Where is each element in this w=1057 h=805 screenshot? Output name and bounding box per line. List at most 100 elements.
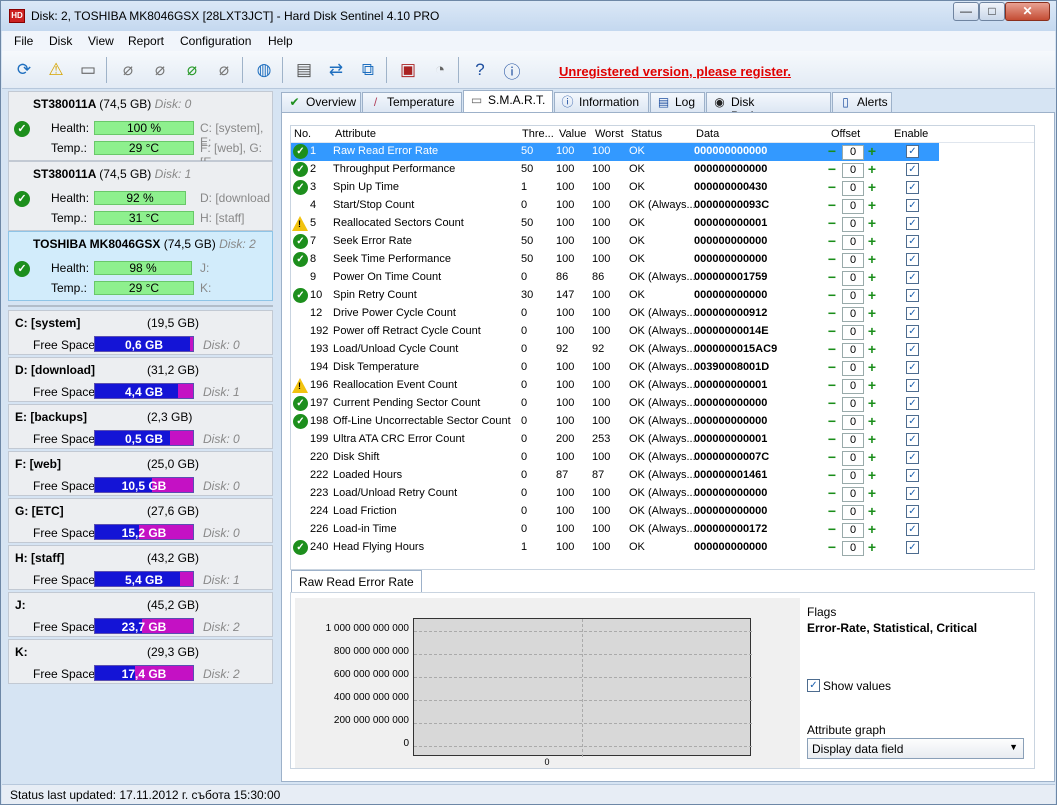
- network-icon[interactable]: ⧉: [354, 56, 382, 84]
- offset-value[interactable]: 0: [842, 145, 864, 160]
- disk-test-icon[interactable]: ⌀: [114, 56, 142, 84]
- plus-icon[interactable]: +: [866, 216, 878, 230]
- enable-checkbox[interactable]: ✓: [906, 217, 919, 230]
- minus-icon[interactable]: −: [826, 360, 838, 374]
- plus-icon[interactable]: +: [866, 342, 878, 356]
- offset-value[interactable]: 0: [842, 253, 864, 268]
- minus-icon[interactable]: −: [826, 216, 838, 230]
- enable-checkbox[interactable]: ✓: [906, 289, 919, 302]
- report-icon[interactable]: ▤: [290, 56, 318, 84]
- col-worst[interactable]: Worst: [595, 128, 624, 140]
- minus-icon[interactable]: −: [826, 504, 838, 518]
- offset-value[interactable]: 0: [842, 541, 864, 556]
- plus-icon[interactable]: +: [866, 252, 878, 266]
- minus-icon[interactable]: −: [826, 198, 838, 212]
- plus-icon[interactable]: +: [866, 522, 878, 536]
- col-threshold[interactable]: Thre...: [522, 128, 554, 140]
- attribute-graph-select[interactable]: Display data field ▼: [807, 738, 1024, 759]
- enable-checkbox[interactable]: ✓: [906, 487, 919, 500]
- minus-icon[interactable]: −: [826, 324, 838, 338]
- minus-icon[interactable]: −: [826, 144, 838, 158]
- minus-icon[interactable]: −: [826, 252, 838, 266]
- enable-checkbox[interactable]: ✓: [906, 451, 919, 464]
- offset-value[interactable]: 0: [842, 397, 864, 412]
- enable-checkbox[interactable]: ✓: [906, 307, 919, 320]
- graph-tab[interactable]: Raw Read Error Rate: [291, 570, 422, 593]
- offset-value[interactable]: 0: [842, 505, 864, 520]
- plus-icon[interactable]: +: [866, 270, 878, 284]
- tab-overview[interactable]: ✔ Overview: [281, 92, 361, 112]
- plus-icon[interactable]: +: [866, 432, 878, 446]
- col-enable[interactable]: Enable: [894, 128, 928, 140]
- tab-log[interactable]: ▤ Log: [650, 92, 705, 112]
- table-row[interactable]: ! 5 Reallocated Sectors Count 50 100 100 OK 000…: [291, 215, 939, 233]
- menu-view[interactable]: View: [88, 34, 114, 48]
- table-row[interactable]: ✓ 2 Throughput Performance 50 100 100 OK 000000…: [291, 161, 939, 179]
- minus-icon[interactable]: −: [826, 468, 838, 482]
- enable-checkbox[interactable]: ✓: [906, 415, 919, 428]
- enable-checkbox[interactable]: ✓: [906, 469, 919, 482]
- table-row[interactable]: ✓ 1 Raw Read Error Rate 50 100 100 OK 000000000…: [291, 143, 939, 161]
- enable-checkbox[interactable]: ✓: [906, 379, 919, 392]
- minus-icon[interactable]: −: [826, 414, 838, 428]
- partition-card[interactable]: E: [backups] (2,3 GB) Free Space 0,5 GB Disk…: [8, 404, 273, 449]
- plus-icon[interactable]: +: [866, 198, 878, 212]
- enable-checkbox[interactable]: ✓: [906, 145, 919, 158]
- minus-icon[interactable]: −: [826, 306, 838, 320]
- maximize-button[interactable]: □: [979, 2, 1005, 21]
- plus-icon[interactable]: +: [866, 162, 878, 176]
- offset-value[interactable]: 0: [842, 415, 864, 430]
- enable-checkbox[interactable]: ✓: [906, 271, 919, 284]
- offset-value[interactable]: 0: [842, 163, 864, 178]
- minus-icon[interactable]: −: [826, 234, 838, 248]
- partition-card[interactable]: C: [system] (19,5 GB) Free Space 0,6 GB Disk…: [8, 310, 273, 355]
- col-attribute[interactable]: Attribute: [335, 128, 376, 140]
- alert-icon[interactable]: ⚠: [42, 56, 70, 84]
- table-row[interactable]: ✓ 197 Current Pending Sector Count 0 100 100 O…: [291, 395, 939, 413]
- plus-icon[interactable]: +: [866, 234, 878, 248]
- plus-icon[interactable]: +: [866, 540, 878, 554]
- table-row[interactable]: 226 Load-in Time 0 100 100 OK (Always... 00000…: [291, 521, 939, 539]
- refresh-icon[interactable]: ⟳: [10, 56, 38, 84]
- partition-card[interactable]: H: [staff] (43,2 GB) Free Space 5,4 GB Disk:…: [8, 545, 273, 590]
- enable-checkbox[interactable]: ✓: [906, 235, 919, 248]
- table-row[interactable]: 222 Loaded Hours 0 87 87 OK (Always... 0000000…: [291, 467, 939, 485]
- enable-checkbox[interactable]: ✓: [906, 397, 919, 410]
- table-row[interactable]: 193 Load/Unload Cycle Count 0 92 92 OK (Alway…: [291, 341, 939, 359]
- plus-icon[interactable]: +: [866, 486, 878, 500]
- enable-checkbox[interactable]: ✓: [906, 505, 919, 518]
- offset-value[interactable]: 0: [842, 433, 864, 448]
- plus-icon[interactable]: +: [866, 360, 878, 374]
- col-no[interactable]: No.: [294, 128, 311, 140]
- tab-alerts[interactable]: ▯ Alerts: [832, 92, 892, 112]
- partition-card[interactable]: J: (45,2 GB) Free Space 23,7 GB Disk: 2: [8, 592, 273, 637]
- col-data[interactable]: Data: [696, 128, 719, 140]
- table-row[interactable]: ✓ 198 Off-Line Uncorrectable Sector Count 0…: [291, 413, 939, 431]
- partition-card[interactable]: D: [download] (31,2 GB) Free Space 4,4 GB Di…: [8, 357, 273, 402]
- offset-value[interactable]: 0: [842, 181, 864, 196]
- menu-report[interactable]: Report: [128, 34, 164, 48]
- minus-icon[interactable]: −: [826, 432, 838, 446]
- enable-checkbox[interactable]: ✓: [906, 163, 919, 176]
- table-row[interactable]: 199 Ultra ATA CRC Error Count 0 200 253 OK (A…: [291, 431, 939, 449]
- minus-icon[interactable]: −: [826, 270, 838, 284]
- plus-icon[interactable]: +: [866, 414, 878, 428]
- minus-icon[interactable]: −: [826, 378, 838, 392]
- globe-icon[interactable]: ◍: [250, 56, 278, 84]
- register-link[interactable]: Unregistered version, please register.: [559, 64, 791, 79]
- tab-smart[interactable]: ▭ S.M.A.R.T.: [463, 90, 553, 113]
- offset-value[interactable]: 0: [842, 235, 864, 250]
- plus-icon[interactable]: +: [866, 144, 878, 158]
- plus-icon[interactable]: +: [866, 288, 878, 302]
- table-row[interactable]: 220 Disk Shift 0 100 100 OK (Always... 0000000…: [291, 449, 939, 467]
- table-row[interactable]: ✓ 7 Seek Error Rate 50 100 100 OK 000000000000−…: [291, 233, 939, 251]
- offset-value[interactable]: 0: [842, 217, 864, 232]
- sound-icon[interactable]: ◔: [426, 56, 454, 84]
- tab-information[interactable]: ⓘ Information: [554, 92, 649, 112]
- disk-ok-icon[interactable]: ⌀: [178, 56, 206, 84]
- minus-icon[interactable]: −: [826, 396, 838, 410]
- partition-card[interactable]: G: [ETC] (27,6 GB) Free Space 15,2 GB Disk: …: [8, 498, 273, 543]
- enable-checkbox[interactable]: ✓: [906, 433, 919, 446]
- send-report-icon[interactable]: ⇄: [322, 56, 350, 84]
- minus-icon[interactable]: −: [826, 180, 838, 194]
